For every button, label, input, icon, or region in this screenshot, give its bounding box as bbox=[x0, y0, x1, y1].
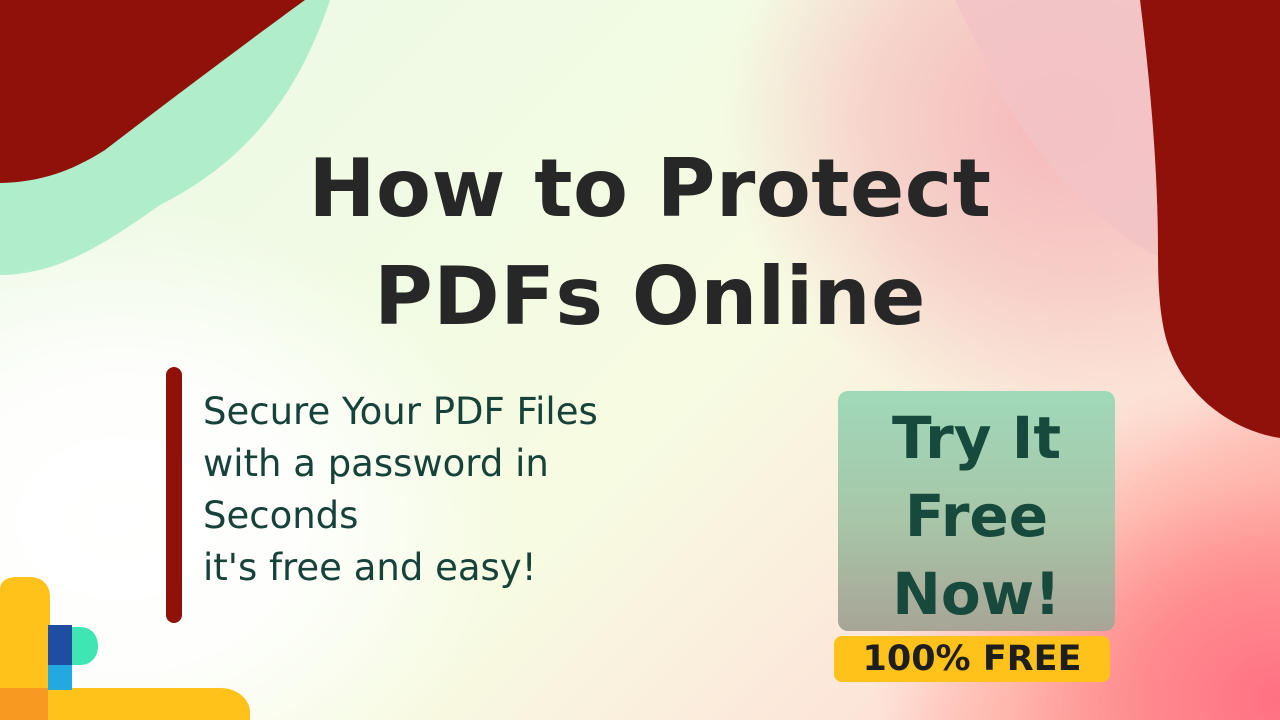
red-corner-shape-right bbox=[1140, 0, 1280, 438]
title-line-1: How to Protect bbox=[308, 142, 992, 235]
try-it-free-button[interactable]: Try It Free Now! bbox=[838, 391, 1115, 631]
cta-line-2: Free bbox=[904, 482, 1049, 550]
subtitle-line-3: Seconds bbox=[203, 494, 359, 537]
subtitle-line-4: it's free and easy! bbox=[203, 546, 537, 589]
subtitle-line-1: Secure Your PDF Files bbox=[203, 390, 598, 433]
page-title: How to Protect PDFs Online bbox=[240, 135, 1060, 351]
cta-line-1: Try It bbox=[891, 404, 1062, 472]
subtitle-text: Secure Your PDF Files with a password in… bbox=[203, 386, 763, 594]
promo-banner: How to Protect PDFs Online Secure Your P… bbox=[0, 0, 1280, 720]
subtitle-accent-bar bbox=[166, 367, 182, 623]
cta-line-3: Now! bbox=[892, 560, 1061, 628]
subtitle-line-2: with a password in bbox=[203, 442, 549, 485]
title-line-2: PDFs Online bbox=[374, 250, 926, 343]
free-badge: 100% FREE bbox=[834, 636, 1110, 682]
pdf-tool-logo-icon bbox=[0, 577, 250, 720]
